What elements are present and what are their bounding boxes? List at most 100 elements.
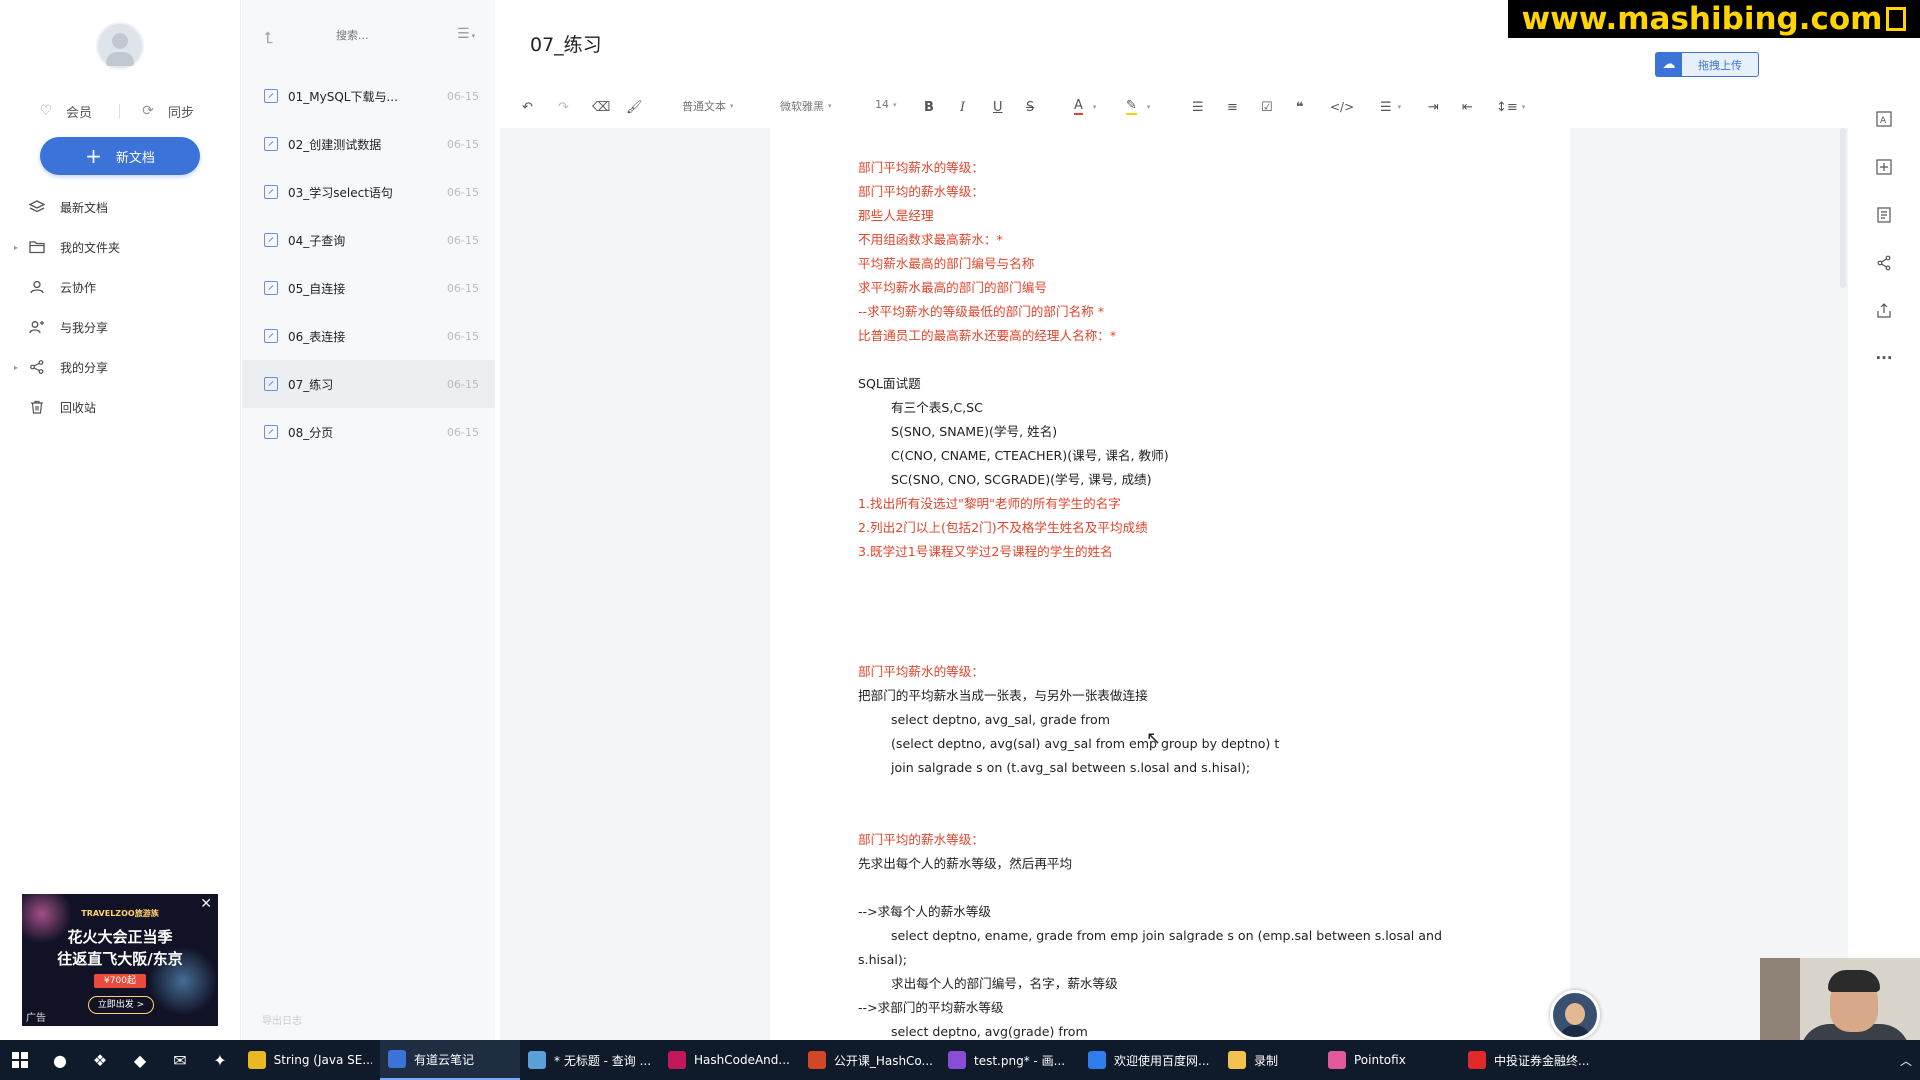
redo-button[interactable]: ↷ [558,96,569,118]
editor-heading-line[interactable]: 那些人是经理 [858,208,934,224]
ad-cta-button[interactable]: 立即出发 > [88,996,154,1014]
add-icon[interactable] [1874,157,1894,177]
editor-text-line[interactable]: select deptno, ename, grade from emp joi… [891,928,1442,944]
clear-format-button[interactable]: ⌫ [592,96,610,118]
taskbar-app[interactable]: Pointofix [1320,1040,1460,1080]
windows-start-icon[interactable] [0,1040,40,1080]
doc-list-item[interactable]: 02_创建测试数据 06-15 [242,120,495,168]
editor-text-line[interactable]: 求出每个人的部门编号，名字，薪水等级 [891,976,1118,992]
doc-list-item[interactable]: 04_子查询 06-15 [242,216,495,264]
checklist-button[interactable]: ☑ [1261,96,1273,118]
document-info-icon[interactable] [1874,205,1894,225]
undo-button[interactable]: ↶ [522,96,533,118]
expand-arrow-icon[interactable]: ▸ [14,243,26,252]
sidebar-item-folders[interactable]: ▸ 我的文件夹 [14,234,224,260]
taskbar-app[interactable]: String (Java SE... [240,1040,380,1080]
editor-text-line[interactable]: 先求出每个人的薪水等级，然后再平均 [858,856,1072,872]
editor-heading-line[interactable]: 比普通员工的最高薪水还要高的经理人名称：* [858,328,1116,344]
translate-icon[interactable]: A [1874,109,1894,129]
editor-text-line[interactable]: C(CNO, CNAME, CTEACHER)(课号, 课名, 教师) [891,448,1169,464]
sidebar-item-my-shares[interactable]: ▸ 我的分享 [14,354,224,380]
upload-button[interactable]: ☁ 拖拽上传 [1655,52,1759,77]
editor-scrollbar[interactable] [1840,128,1846,288]
editor-text-line[interactable]: select deptno, avg_sal, grade from [891,712,1110,728]
cortana-icon[interactable]: ● [40,1040,80,1080]
task-view-icon[interactable]: ❖ [80,1040,120,1080]
doc-list-item[interactable]: 03_学习select语句 06-15 [242,168,495,216]
editor-text-line[interactable]: s.hisal); [858,952,907,968]
back-icon[interactable]: ⮤ [264,28,273,48]
taskbar-app[interactable]: 欢迎使用百度网... [1080,1040,1220,1080]
highlight-button[interactable]: ✎ ▾ [1126,96,1150,118]
editor-heading-line[interactable]: 部门平均的薪水等级： [858,832,984,848]
doc-list-item-active[interactable]: 07_练习 06-15 [242,360,495,408]
doclist-footer[interactable]: 导出日志 [262,1012,302,1027]
ad-banner[interactable]: TRAVELZOO旅游族 花火大会正当季 往返直飞大阪/东京 ¥700起 立即出… [22,894,218,1026]
tray-chevron-icon[interactable]: ︿ [1900,1052,1920,1069]
taskbar-app[interactable]: 有道云笔记 [380,1040,520,1080]
editor-text-line[interactable]: 有三个表S,C,SC [891,400,983,416]
font-size-select[interactable]: 14 ▾ [875,98,897,111]
more-icon[interactable]: ··· [1874,348,1894,368]
editor-text-line[interactable]: 把部门的平均薪水当成一张表，与另外一张表做连接 [858,688,1148,704]
doc-list-item[interactable]: 01_MySQL下载与... 06-15 [242,72,495,120]
close-icon[interactable]: ✕ [200,896,212,912]
italic-button[interactable]: I [960,96,965,118]
editor-heading-line[interactable]: 3.既学过1号课程又学过2号课程的学生的姓名 [858,544,1113,560]
quote-button[interactable]: ❝ [1296,96,1304,118]
align-button[interactable]: ☰ ▾ [1380,96,1401,118]
numbered-list-button[interactable]: ≡ [1227,96,1238,118]
mail-icon[interactable]: ✉ [160,1040,200,1080]
indent-button[interactable]: ⇥ [1428,96,1439,118]
editor-heading-line[interactable]: 不用组函数求最高薪水：* [858,232,1003,248]
editor-heading-line[interactable]: 部门平均薪水的等级： [858,160,984,176]
share-icon[interactable] [1874,253,1894,273]
bold-button[interactable]: B [924,96,934,118]
sidebar-item-collab[interactable]: 云协作 [14,274,224,300]
font-color-button[interactable]: A ▾ [1074,96,1096,118]
page-title[interactable]: 07_练习 [530,30,602,57]
editor-heading-line[interactable]: 部门平均的薪水等级： [858,184,984,200]
user-avatar[interactable] [96,22,144,70]
bullet-list-button[interactable]: ☰ [1192,96,1204,118]
expand-arrow-icon[interactable]: ▸ [14,363,26,372]
editor-text-line[interactable]: SQL面试题 [858,376,921,392]
code-button[interactable]: </> [1330,96,1354,118]
underline-button[interactable]: U [993,96,1003,118]
sidebar-item-trash[interactable]: 回收站 [14,394,224,420]
sync-button[interactable]: ⟳ 同步 [140,100,194,122]
floating-assistant-avatar[interactable] [1550,990,1600,1040]
new-doc-button[interactable]: + 新文档 [40,137,200,175]
format-painter-button[interactable]: 🖌 [626,96,643,118]
editor-text-line[interactable]: -->求部门的平均薪水等级 [858,1000,1004,1016]
editor-heading-line[interactable]: 平均薪水最高的部门编号与名称 [858,256,1034,272]
member-button[interactable]: ♡ 会员 [38,100,92,122]
paragraph-style-select[interactable]: 普通文本 ▾ [682,98,734,114]
doc-list-item[interactable]: 05_自连接 06-15 [242,264,495,312]
export-icon[interactable] [1874,301,1894,321]
taskbar-app[interactable]: HashCodeAnd... [660,1040,800,1080]
taskbar-app[interactable]: test.png* - 画... [940,1040,1080,1080]
editor-heading-line[interactable]: 2.列出2门以上(包括2门)不及格学生姓名及平均成绩 [858,520,1148,536]
editor-heading-line[interactable]: --求平均薪水的等级最低的部门的部门名称 * [858,304,1104,320]
doc-list-item[interactable]: 08_分页 06-15 [242,408,495,456]
sidebar-item-recent[interactable]: 最新文档 [14,194,224,220]
editor-text-line[interactable]: (select deptno, avg(sal) avg_sal from em… [891,736,1279,752]
pinned-app-icon[interactable]: ◆ [120,1040,160,1080]
taskbar-app[interactable]: 公开课_HashCo... [800,1040,940,1080]
editor-text-line[interactable]: select deptno, avg(grade) from [891,1024,1088,1040]
font-family-select[interactable]: 微软雅黑 ▾ [780,98,832,114]
editor-heading-line[interactable]: 1.找出所有没选过"黎明"老师的所有学生的名字 [858,496,1121,512]
editor-heading-line[interactable]: 部门平均薪水的等级： [858,664,984,680]
sidebar-item-shared-with-me[interactable]: 与我分享 [14,314,224,340]
pinned-app-icon[interactable]: ✦ [200,1040,240,1080]
editor-text-line[interactable]: -->求每个人的薪水等级 [858,904,991,920]
sort-menu-icon[interactable]: ☰ ▾ [457,26,475,42]
editor-text-line[interactable]: join salgrade s on (t.avg_sal between s.… [891,760,1250,776]
line-height-button[interactable]: ↕≡ ▾ [1496,96,1525,118]
doc-list-item[interactable]: 06_表连接 06-15 [242,312,495,360]
strikethrough-button[interactable]: S [1026,96,1034,118]
outdent-button[interactable]: ⇤ [1462,96,1473,118]
editor-text-line[interactable]: S(SNO, SNAME)(学号, 姓名) [891,424,1057,440]
search-input[interactable] [300,24,430,46]
